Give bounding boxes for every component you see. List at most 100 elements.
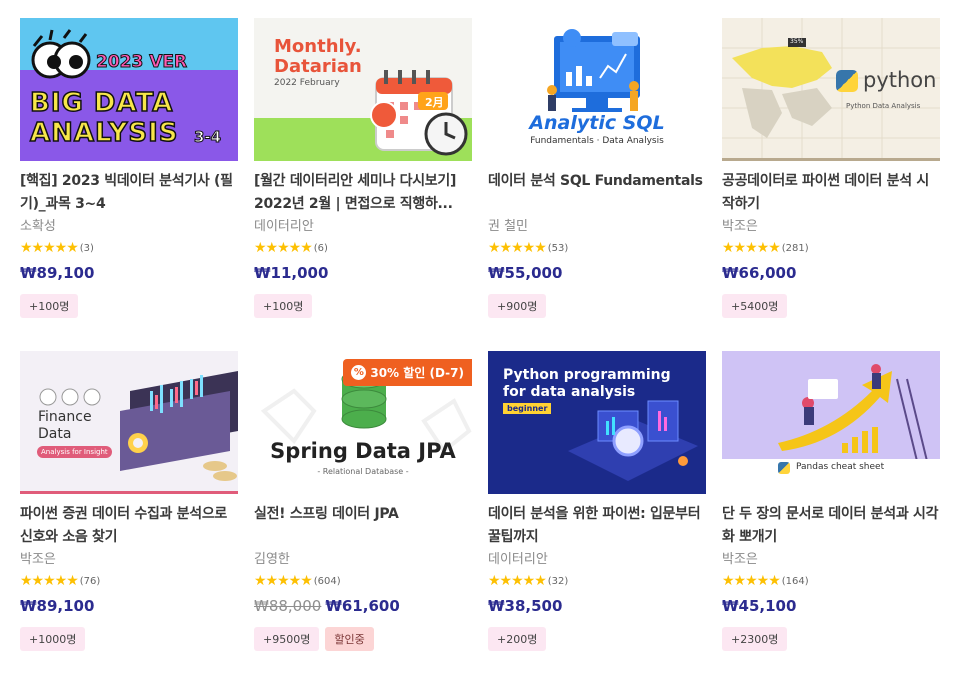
original-price: ₩88,000 bbox=[254, 597, 322, 615]
thumb-line2: - Relational Database - bbox=[317, 467, 409, 476]
course-thumbnail[interactable]: Finance Data Analysis for Insight bbox=[20, 351, 238, 494]
python-icon bbox=[778, 462, 790, 474]
thumb-line3: beginner bbox=[503, 403, 552, 414]
on-sale-badge: 할인중 bbox=[325, 627, 374, 651]
course-thumbnail[interactable]: Pandas cheat sheet bbox=[722, 351, 940, 494]
star-icons: ★★★★★ bbox=[488, 240, 547, 256]
review-count: (6) bbox=[313, 242, 328, 254]
course-price: ₩38,500 bbox=[488, 597, 563, 615]
course-card[interactable]: Finance Data Analysis for Insight 파이썬 증권… bbox=[20, 351, 238, 684]
thumb-badge: 35% bbox=[790, 38, 804, 45]
course-rating: ★★★★★ (32) bbox=[488, 571, 706, 591]
star-icons: ★★★★★ bbox=[722, 240, 781, 256]
course-price: ₩88,000 ₩61,600 bbox=[254, 595, 472, 617]
thumb-line3: ANALYSIS bbox=[29, 117, 179, 149]
course-rating: ★★★★★ (6) bbox=[254, 238, 472, 258]
course-author: 박조은 bbox=[722, 552, 758, 567]
course-card[interactable]: Monthly. Datarian 2022 February 2月 [월간 데… bbox=[254, 18, 472, 351]
thumb-line1: Finance bbox=[38, 409, 92, 425]
course-author: 소확성 bbox=[20, 219, 56, 234]
course-rating: ★★★★★ (3) bbox=[20, 238, 238, 258]
thumb-line2: Data bbox=[38, 426, 72, 442]
course-card[interactable]: Python programming for data analysis beg… bbox=[488, 351, 706, 684]
review-count: (281) bbox=[781, 242, 809, 254]
student-count-badge: +900명 bbox=[488, 294, 547, 318]
thumb-line1: python bbox=[863, 68, 937, 92]
sale-price: ₩61,600 bbox=[325, 597, 400, 615]
thumb-line1: Pandas cheat sheet bbox=[796, 462, 885, 472]
course-rating: ★★★★★ (53) bbox=[488, 238, 706, 258]
course-thumbnail[interactable]: Python programming for data analysis beg… bbox=[488, 351, 706, 494]
course-thumbnail[interactable]: 35% python Python Data Analysis bbox=[722, 18, 940, 161]
course-rating: ★★★★★ (281) bbox=[722, 238, 940, 258]
review-count: (604) bbox=[313, 575, 341, 587]
course-rating: ★★★★★ (604) bbox=[254, 571, 472, 591]
course-thumbnail[interactable]: 2023 VER BIG DATA ANALYSIS 3-4 bbox=[20, 18, 238, 161]
star-icons: ★★★★★ bbox=[20, 573, 79, 589]
student-count-badge: +1000명 bbox=[20, 627, 86, 651]
thumb-line2: Python Data Analysis bbox=[846, 102, 921, 110]
student-count-badge: +100명 bbox=[20, 294, 79, 318]
course-author: 데이터리안 bbox=[254, 219, 314, 234]
course-author: 김영한 bbox=[254, 552, 290, 567]
thumb-line1: Python programming bbox=[503, 367, 671, 383]
thumb-line3: Analysis for Insight bbox=[37, 446, 112, 458]
course-thumbnail[interactable]: Monthly. Datarian 2022 February 2月 bbox=[254, 18, 472, 161]
course-price: ₩45,100 bbox=[722, 597, 797, 615]
star-icons: ★★★★★ bbox=[254, 573, 313, 589]
discount-icon: % bbox=[351, 365, 367, 380]
python-icon bbox=[836, 70, 858, 92]
course-author: 권 철민 bbox=[488, 219, 529, 234]
star-icons: ★★★★★ bbox=[488, 573, 547, 589]
star-icons: ★★★★★ bbox=[722, 573, 781, 589]
course-author: 데이터리안 bbox=[488, 552, 548, 567]
course-price: ₩89,100 bbox=[20, 264, 95, 282]
review-count: (32) bbox=[547, 575, 569, 587]
student-count-badge: +200명 bbox=[488, 627, 547, 651]
thumb-line2: BIG DATA bbox=[29, 87, 174, 119]
review-count: (76) bbox=[79, 575, 101, 587]
course-thumbnail[interactable]: Analytic SQL Fundamentals · Data Analysi… bbox=[488, 18, 706, 161]
course-title[interactable]: 데이터 분석 SQL Fundamentals bbox=[488, 170, 706, 216]
course-card[interactable]: 2023 VER BIG DATA ANALYSIS 3-4 [핵집] 2023… bbox=[20, 18, 238, 351]
student-count-badge: +5400명 bbox=[722, 294, 788, 318]
review-count: (53) bbox=[547, 242, 569, 254]
thumb-line2: Fundamentals · Data Analysis bbox=[530, 136, 664, 146]
course-title[interactable]: 공공데이터로 파이썬 데이터 분석 시작하기 bbox=[722, 170, 940, 216]
course-price: ₩11,000 bbox=[254, 264, 329, 282]
student-count-badge: +100명 bbox=[254, 294, 313, 318]
thumb-badge: 2月 bbox=[425, 96, 444, 109]
course-author: 박조은 bbox=[20, 552, 56, 567]
thumb-line1: Spring Data JPA bbox=[270, 439, 456, 463]
discount-label: 30% 할인 (D-7) bbox=[370, 366, 464, 380]
thumb-line1: 2023 VER bbox=[95, 52, 188, 73]
course-author: 박조은 bbox=[722, 219, 758, 234]
course-title[interactable]: [핵집] 2023 빅데이터 분석기사 (필기)_과목 3~4 bbox=[20, 170, 238, 216]
course-title[interactable]: 실전! 스프링 데이터 JPA bbox=[254, 503, 472, 549]
growth-arrow-artwork bbox=[722, 364, 940, 494]
course-title[interactable]: [월간 데이터리안 세미나 다시보기] 2022년 2월 | 면접으로 직행하.… bbox=[254, 170, 472, 216]
course-thumbnail[interactable]: % 30% 할인 (D-7) Spring Data JPA - Relatio… bbox=[254, 351, 472, 494]
thumb-line2: Datarian bbox=[274, 56, 362, 77]
course-rating: ★★★★★ (76) bbox=[20, 571, 238, 591]
course-card[interactable]: 35% python Python Data Analysis 공공데이터로 파… bbox=[722, 18, 940, 351]
course-price: ₩55,000 bbox=[488, 264, 563, 282]
student-count-badge: +2300명 bbox=[722, 627, 788, 651]
course-title[interactable]: 단 두 장의 문서로 데이터 분석과 시각화 뽀개기 bbox=[722, 503, 940, 549]
thumb-line1: Monthly. bbox=[274, 36, 362, 57]
thumb-line2: for data analysis bbox=[503, 384, 636, 400]
star-icons: ★★★★★ bbox=[20, 240, 79, 256]
thumb-line3: 2022 February bbox=[274, 78, 340, 88]
star-icons: ★★★★★ bbox=[254, 240, 313, 256]
course-card[interactable]: % 30% 할인 (D-7) Spring Data JPA - Relatio… bbox=[254, 351, 472, 684]
review-count: (164) bbox=[781, 575, 809, 587]
course-title[interactable]: 데이터 분석을 위한 파이썬: 입문부터 꿀팁까지 bbox=[488, 503, 706, 549]
course-price: ₩66,000 bbox=[722, 264, 797, 282]
thumb-line1: Analytic SQL bbox=[529, 112, 665, 134]
course-grid: 2023 VER BIG DATA ANALYSIS 3-4 [핵집] 2023… bbox=[20, 18, 940, 684]
course-card[interactable]: Analytic SQL Fundamentals · Data Analysi… bbox=[488, 18, 706, 351]
review-count: (3) bbox=[79, 242, 94, 254]
course-price: ₩89,100 bbox=[20, 597, 95, 615]
course-card[interactable]: Pandas cheat sheet 단 두 장의 문서로 데이터 분석과 시각… bbox=[722, 351, 940, 684]
course-title[interactable]: 파이썬 증권 데이터 수집과 분석으로 신호와 소음 찾기 bbox=[20, 503, 238, 549]
